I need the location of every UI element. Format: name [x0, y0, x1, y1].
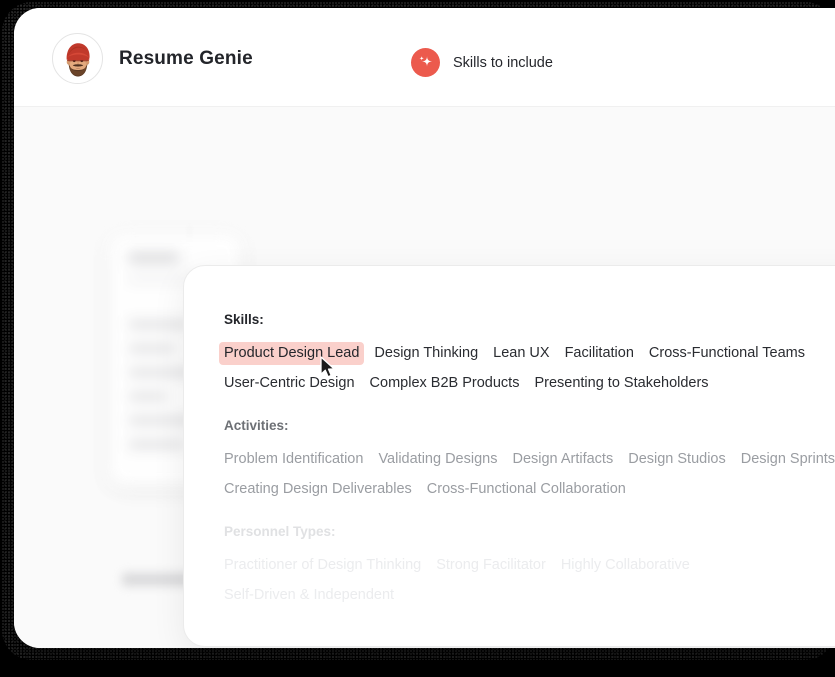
panel-content: Skills: Product Design Lead Design Think… — [184, 266, 835, 644]
chip-design-thinking[interactable]: Design Thinking — [374, 344, 478, 363]
group-label-activities: Activities: — [224, 418, 289, 434]
chip-product-design-lead[interactable]: Product Design Lead — [219, 342, 365, 365]
chip-practitioner-of-design-thinking[interactable]: Practitioner of Design Thinking — [224, 556, 421, 575]
chip-complex-b2b-products[interactable]: Complex B2B Products — [370, 374, 520, 393]
chip-facilitation[interactable]: Facilitation — [565, 344, 634, 363]
group-label-personnel-types: Personnel Types: — [224, 524, 336, 540]
chip-strong-facilitator[interactable]: Strong Facilitator — [436, 556, 546, 575]
group-skills: Skills: Product Design Lead Design Think… — [219, 312, 835, 393]
sparkle-icon — [411, 48, 440, 77]
chip-cross-functional-teams[interactable]: Cross-Functional Teams — [649, 344, 805, 363]
chip-creating-design-deliverables[interactable]: Creating Design Deliverables — [224, 480, 412, 499]
avatar — [52, 33, 103, 84]
chip-user-centric-design[interactable]: User-Centric Design — [224, 374, 355, 393]
chip-design-artifacts[interactable]: Design Artifacts — [512, 450, 613, 469]
chip-presenting-to-stakeholders[interactable]: Presenting to Stakeholders — [534, 374, 708, 393]
chip-self-driven-independent[interactable]: Self-Driven & Independent — [224, 586, 394, 605]
chip-problem-identification[interactable]: Problem Identification — [224, 450, 363, 469]
chip-lean-ux[interactable]: Lean UX — [493, 344, 549, 363]
chip-list-activities: Problem Identification Validating Design… — [224, 450, 835, 498]
app-title: Resume Genie — [119, 47, 253, 69]
chip-highly-collaborative[interactable]: Highly Collaborative — [561, 556, 690, 575]
skills-to-include-action[interactable]: Skills to include — [411, 48, 553, 77]
chip-validating-designs[interactable]: Validating Designs — [378, 450, 497, 469]
canvas-area: Skills: Product Design Lead Design Think… — [14, 107, 835, 648]
skills-to-include-label: Skills to include — [453, 54, 553, 71]
app-window: Resume Genie Skills to include Skills: P… — [14, 8, 835, 648]
group-activities: Activities: Problem Identification Valid… — [224, 418, 835, 498]
app-brand: Resume Genie — [52, 33, 253, 84]
group-label-skills: Skills: — [224, 312, 264, 327]
skills-suggestion-panel: Skills: Product Design Lead Design Think… — [183, 265, 835, 647]
chip-design-studios[interactable]: Design Studios — [628, 450, 726, 469]
desktop-backdrop: Resume Genie Skills to include Skills: P… — [0, 0, 835, 677]
chip-design-sprints[interactable]: Design Sprints — [741, 450, 835, 469]
chip-cross-functional-collaboration[interactable]: Cross-Functional Collaboration — [427, 480, 626, 499]
chip-list-personnel-types: Practitioner of Design Thinking Strong F… — [224, 556, 835, 604]
app-header: Resume Genie Skills to include — [14, 8, 835, 107]
group-personnel-types: Personnel Types: Practitioner of Design … — [224, 524, 835, 604]
chip-list-skills: Product Design Lead Design Thinking Lean… — [219, 342, 835, 393]
